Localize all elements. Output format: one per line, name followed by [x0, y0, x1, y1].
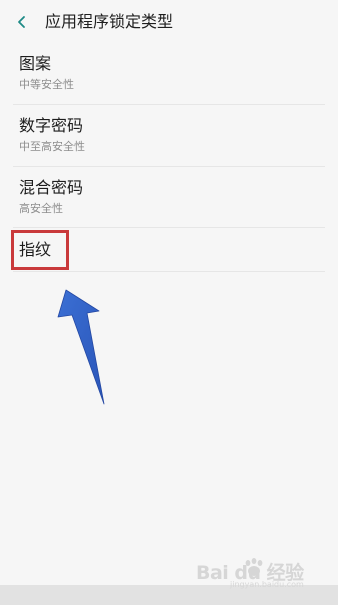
watermark-url: jingyan.baidu.com — [230, 580, 304, 589]
watermark: Bai du 经验 jingyan.baidu.com — [196, 552, 332, 592]
annotation-arrow — [57, 289, 105, 405]
